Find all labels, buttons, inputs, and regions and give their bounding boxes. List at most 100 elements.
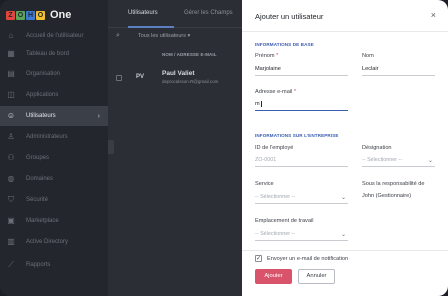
employee-id-label: ID de l'employé <box>255 145 294 151</box>
sidebar-item-label: Accueil de l'utilisateur <box>26 33 84 39</box>
sidebar-item-admins[interactable]: ♙ Administrateurs <box>0 127 108 147</box>
logo-letter: H <box>26 10 35 20</box>
collapse-handle[interactable] <box>108 140 114 154</box>
home-icon: ⌂ <box>8 31 14 40</box>
user-email: deprocalsson.R@gmail.com <box>162 79 219 84</box>
chevron-right-icon: › <box>97 112 100 120</box>
required-marker: * <box>293 89 297 95</box>
sidebar-item-label: Active Directory <box>26 239 69 245</box>
first-name-label-text: Prénom <box>255 53 275 59</box>
first-name-underline <box>255 75 348 76</box>
sidebar-item-label: Utilisateurs <box>26 113 56 119</box>
logo-letter: Z <box>6 10 15 20</box>
sidebar-item-label: Applications <box>26 92 59 98</box>
add-user-panel: Ajouter un utilisateur × INFORMATIONS DE… <box>242 0 448 296</box>
sidebar-item-label: Sécurité <box>26 197 49 203</box>
sidebar-item-dashboard[interactable]: ▦ Tableau de bord <box>0 44 108 64</box>
notification-checkbox[interactable]: ✓ <box>255 255 262 262</box>
sidebar-item-applications[interactable]: ◫ Applications <box>0 85 108 105</box>
department-underline <box>255 203 348 204</box>
main-content: Utilisateurs Gérer les Champs ⌕ Tous les… <box>108 0 242 296</box>
app-window: Z O H O One ⌂ Accueil de l'utilisateur ▦… <box>0 0 448 296</box>
sidebar-item-home[interactable]: ⌂ Accueil de l'utilisateur <box>0 26 108 46</box>
section-company-info: INFORMATIONS SUR L'ENTREPRISE <box>255 133 339 138</box>
section-basic-info: INFORMATIONS DE BASE <box>255 42 314 47</box>
panel-title: Ajouter un utilisateur <box>255 12 324 21</box>
designation-select[interactable]: -- Sélectionner -- <box>362 157 402 163</box>
table-header: NOM / ADRESSE E-MAIL <box>108 48 242 60</box>
sidebar-item-label: Domaines <box>26 176 54 182</box>
panel-header: Ajouter un utilisateur × <box>242 0 448 32</box>
search-icon[interactable]: ⌕ <box>116 32 120 40</box>
chevron-down-icon: ⌄ <box>341 232 347 238</box>
tab-users[interactable]: Utilisateurs <box>128 10 158 16</box>
users-icon: ☺ <box>6 111 16 120</box>
logo-letter: O <box>16 10 25 20</box>
sidebar-item-reports[interactable]: ⟋ Rapports <box>0 255 108 275</box>
email-label-text: Adresse e-mail <box>255 89 293 95</box>
user-name[interactable]: Paul Valiet <box>162 70 195 77</box>
sidebar-item-label: Marketplace <box>26 218 59 224</box>
location-select[interactable]: -- Sélectionner -- <box>255 231 295 237</box>
designation-label: Désignation <box>362 145 392 151</box>
column-header-name-email: NOM / ADRESSE E-MAIL <box>162 52 217 57</box>
email-field[interactable]: m <box>255 101 260 107</box>
employee-id-field[interactable]: ZO-0001 <box>255 157 276 163</box>
sidebar-item-label: Rapports <box>26 262 51 268</box>
shield-icon: ⛉ <box>8 195 14 204</box>
sidebar-item-users[interactable]: ☺ Utilisateurs › <box>0 106 108 126</box>
first-name-field[interactable]: Marjolaine <box>255 66 281 72</box>
sidebar-item-label: Tableau de bord <box>26 51 70 57</box>
sidebar-item-label: Groupes <box>26 155 50 161</box>
sidebar-item-organization[interactable]: ▤ Organisation <box>0 64 108 84</box>
user-filter-dropdown[interactable]: Tous les utilisateurs ▾ <box>138 33 190 39</box>
department-label: Service <box>255 181 274 187</box>
required-marker: * <box>276 53 279 59</box>
organization-icon: ▤ <box>7 69 15 78</box>
department-select[interactable]: -- Sélectionner -- <box>255 194 295 200</box>
admin-icon: ♙ <box>7 132 15 141</box>
avatar: PV <box>136 74 145 80</box>
text-caret <box>261 101 262 107</box>
last-name-underline <box>362 75 435 76</box>
email-underline <box>255 110 348 111</box>
groups-icon: ⚇ <box>7 153 15 162</box>
email-label: Adresse e-mail * <box>255 89 296 95</box>
employee-id-underline <box>255 166 348 167</box>
marketplace-icon: ▣ <box>7 216 15 225</box>
dashboard-icon: ▦ <box>7 49 15 58</box>
logo-letter: O <box>36 10 45 20</box>
app-name: One <box>50 9 72 21</box>
manager-field[interactable]: John (Gestionnaire) <box>362 193 411 199</box>
last-name-label: Nom <box>362 53 374 59</box>
first-name-label: Prénom * <box>255 53 278 59</box>
chevron-down-icon: ⌄ <box>341 195 347 201</box>
checkmark-icon: ✓ <box>256 256 262 262</box>
domains-icon: ◍ <box>7 174 15 183</box>
directory-icon: ▥ <box>7 237 15 246</box>
user-filter-label: Tous les utilisateurs <box>138 33 186 39</box>
close-icon[interactable]: × <box>431 10 436 20</box>
app-logo[interactable]: Z O H O One <box>6 8 71 22</box>
sidebar-item-security[interactable]: ⛉ Sécurité <box>0 190 108 210</box>
row-checkbox[interactable] <box>116 75 122 81</box>
add-button[interactable]: Ajouter <box>255 269 292 284</box>
designation-underline <box>362 166 435 167</box>
sidebar: Z O H O One ⌂ Accueil de l'utilisateur ▦… <box>0 0 108 296</box>
sidebar-item-active-directory[interactable]: ▥ Active Directory <box>0 232 108 252</box>
tab-bar: Utilisateurs Gérer les Champs <box>108 0 242 28</box>
sidebar-item-marketplace[interactable]: ▣ Marketplace <box>0 211 108 231</box>
sidebar-item-label: Administrateurs <box>26 134 68 140</box>
location-label: Emplacement de travail <box>255 218 314 224</box>
filter-bar: ⌕ Tous les utilisateurs ▾ <box>108 28 242 44</box>
sidebar-item-label: Organisation <box>26 71 61 77</box>
reports-icon: ⟋ <box>8 260 14 269</box>
chevron-down-icon: ⌄ <box>428 158 434 164</box>
chevron-down-icon: ▾ <box>187 33 191 39</box>
sidebar-item-groups[interactable]: ⚇ Groupes <box>0 148 108 168</box>
table-row[interactable]: PV Paul Valiet deprocalsson.R@gmail.com <box>108 66 242 90</box>
tab-manage-fields[interactable]: Gérer les Champs <box>184 10 233 16</box>
sidebar-item-domains[interactable]: ◍ Domaines <box>0 169 108 189</box>
cancel-button[interactable]: Annuler <box>298 269 335 284</box>
last-name-field[interactable]: Leclair <box>362 66 378 72</box>
